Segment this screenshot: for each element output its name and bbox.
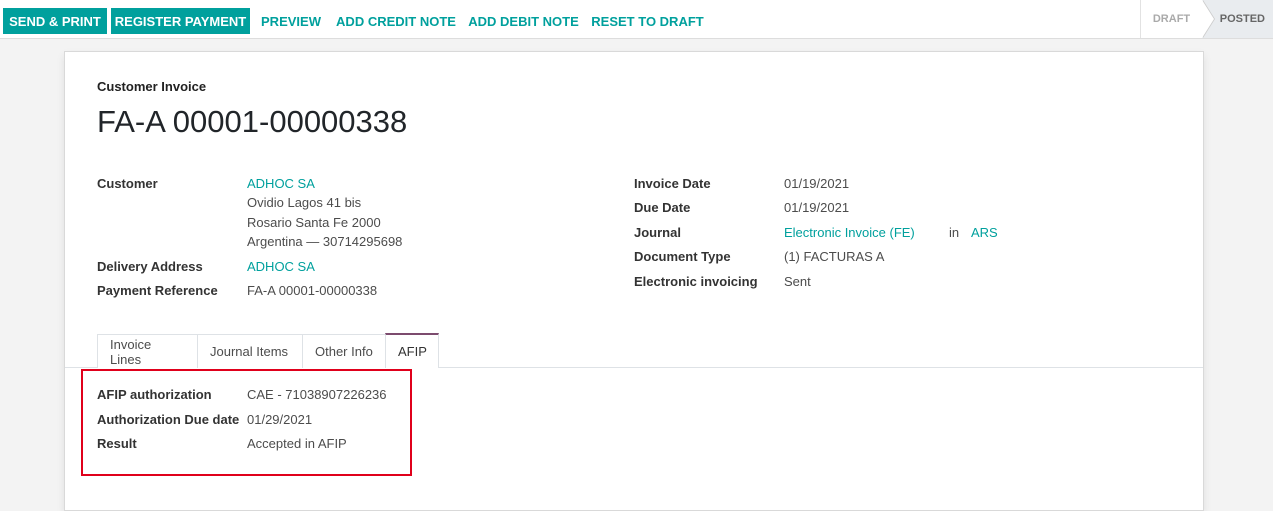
- electronic-invoicing-value: Sent: [784, 274, 811, 289]
- customer-address-line2: Rosario Santa Fe 2000: [247, 215, 381, 230]
- add-debit-note-button[interactable]: ADD DEBIT NOTE: [466, 8, 581, 34]
- send-print-button[interactable]: SEND & PRINT: [3, 8, 107, 34]
- due-date-label: Due Date: [634, 200, 691, 215]
- result-label: Result: [97, 436, 137, 451]
- invoice-date-value: 01/19/2021: [784, 176, 850, 191]
- afip-authorization-label: AFIP authorization: [97, 387, 212, 402]
- afip-authorization-value: CAE - 71038907226236: [247, 387, 387, 402]
- currency-link[interactable]: ARS: [971, 225, 998, 240]
- tab-invoice-lines[interactable]: Invoice Lines: [97, 334, 198, 368]
- status-stages: DRAFT POSTED: [1140, 0, 1273, 38]
- customer-address-line1: Ovidio Lagos 41 bis: [247, 195, 362, 210]
- due-date-value: 01/19/2021: [784, 200, 850, 215]
- customer-link[interactable]: ADHOC SA: [247, 176, 315, 191]
- control-panel: SEND & PRINT REGISTER PAYMENT PREVIEW AD…: [0, 0, 1273, 39]
- authorization-due-date-label: Authorization Due date: [97, 412, 240, 427]
- preview-button[interactable]: PREVIEW: [256, 8, 326, 34]
- tab-afip[interactable]: AFIP: [385, 333, 439, 368]
- invoice-date-label: Invoice Date: [634, 176, 711, 191]
- electronic-invoicing-label: Electronic invoicing: [634, 274, 758, 289]
- notebook-tabs: Invoice Lines Journal Items Other Info A…: [65, 333, 1203, 368]
- document-type-label: Document Type: [634, 249, 731, 264]
- customer-address-line3: Argentina — 30714295698: [247, 234, 403, 249]
- document-type-value: (1) FACTURAS A: [784, 249, 885, 264]
- journal-link[interactable]: Electronic Invoice (FE): [784, 225, 915, 240]
- payment-reference-label: Payment Reference: [97, 283, 218, 298]
- authorization-due-date-value: 01/29/2021: [247, 412, 313, 427]
- result-value: Accepted in AFIP: [247, 436, 347, 451]
- document-kind: Customer Invoice: [97, 79, 207, 94]
- customer-label: Customer: [97, 176, 158, 191]
- tab-other-info[interactable]: Other Info: [302, 334, 386, 368]
- stage-draft[interactable]: DRAFT: [1140, 0, 1215, 38]
- journal-in-text: in: [949, 225, 960, 240]
- delivery-address-link[interactable]: ADHOC SA: [247, 259, 315, 274]
- delivery-address-label: Delivery Address: [97, 259, 203, 274]
- tab-journal-items[interactable]: Journal Items: [197, 334, 303, 368]
- journal-label: Journal: [634, 225, 681, 240]
- reset-to-draft-button[interactable]: RESET TO DRAFT: [589, 8, 706, 34]
- page-title: FA-A 00001-00000338: [97, 104, 408, 139]
- register-payment-button[interactable]: REGISTER PAYMENT: [111, 8, 250, 34]
- add-credit-note-button[interactable]: ADD CREDIT NOTE: [334, 8, 458, 34]
- invoice-form-sheet: Customer Invoice FA-A 00001-00000338 Cus…: [64, 51, 1204, 511]
- payment-reference-value: FA-A 00001-00000338: [247, 283, 378, 298]
